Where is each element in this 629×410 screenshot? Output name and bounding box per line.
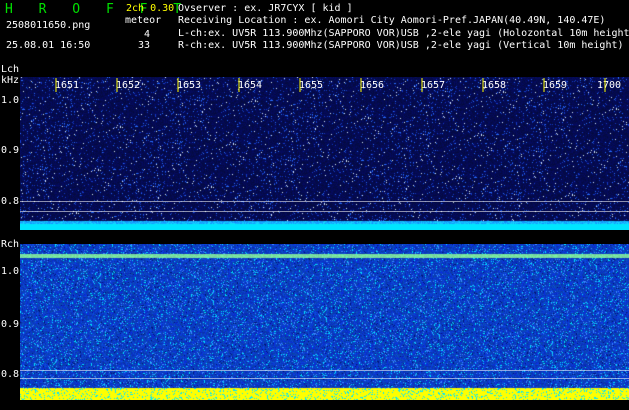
lch-label: Lch bbox=[1, 64, 20, 75]
meteor-count-rch: 33 bbox=[137, 40, 150, 51]
version-label: 2ch 0.30 bbox=[126, 3, 175, 14]
meteor-count-lch: 4 bbox=[143, 29, 150, 40]
time-tick-marks bbox=[20, 77, 629, 92]
lch-guide-line bbox=[20, 211, 629, 212]
rch-label: Rch bbox=[1, 239, 20, 250]
lch-unit: kHz bbox=[1, 75, 20, 86]
rch-guide-line bbox=[20, 378, 629, 379]
rch-receiver-info: R-ch:ex. UV5R 113.900Mhz(SAPPORO VOR)USB… bbox=[178, 40, 624, 51]
rch-ytick: 1.0 bbox=[1, 266, 20, 277]
observer-info: Ovserver : ex. JR7CYX [ kid ] bbox=[178, 3, 353, 14]
lch-ytick: 1.0 bbox=[1, 95, 20, 106]
date-time: 25.08.01 16:50 bbox=[6, 40, 91, 51]
rch-ytick: 0.8 bbox=[1, 369, 20, 380]
file-name: 2508011650.png bbox=[6, 20, 91, 31]
lch-ytick: 0.8 bbox=[1, 196, 20, 207]
lch-guide-line bbox=[20, 201, 629, 202]
time-tick-marks-svg bbox=[55, 78, 606, 92]
meteor-label: meteor bbox=[125, 15, 162, 26]
location-info: Receiving Location : ex. Aomori City Aom… bbox=[178, 15, 606, 26]
lch-waterfall bbox=[20, 77, 629, 230]
lch-ytick: 0.9 bbox=[1, 145, 20, 156]
rch-ytick: 0.9 bbox=[1, 319, 20, 330]
rch-waterfall bbox=[20, 244, 629, 400]
lch-receiver-info: L-ch:ex. UV5R 113.900Mhz(SAPPORO VOR)USB… bbox=[178, 28, 629, 39]
rch-guide-line bbox=[20, 370, 629, 371]
